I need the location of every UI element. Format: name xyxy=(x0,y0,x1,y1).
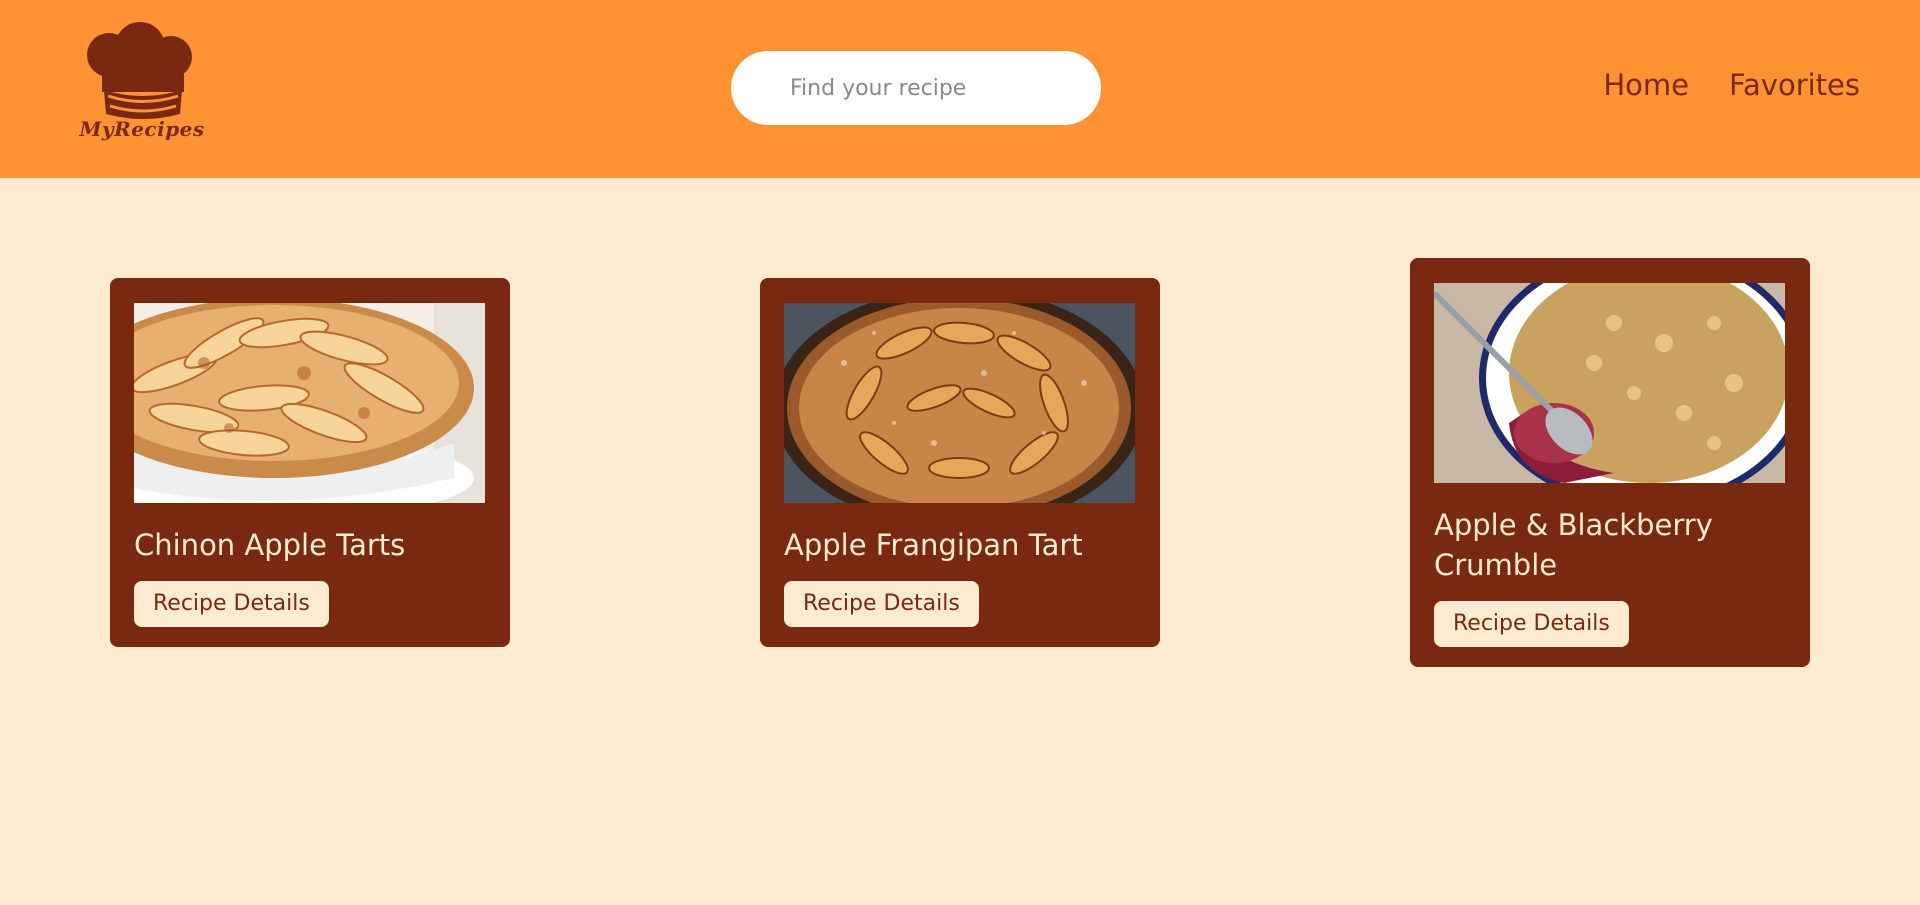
recipe-card: Apple & Blackberry Crumble Recipe Detail… xyxy=(1410,258,1810,667)
logo-text: MyRecipes xyxy=(79,117,205,141)
recipe-image xyxy=(784,303,1135,503)
site-header: MyRecipes Home Favorites xyxy=(0,0,1920,178)
recipe-details-button[interactable]: Recipe Details xyxy=(784,581,979,627)
recipe-card: Apple Frangipan Tart Recipe Details xyxy=(760,278,1160,647)
chef-hat-icon xyxy=(87,22,192,119)
logo[interactable]: MyRecipes xyxy=(74,22,210,144)
recipe-details-button[interactable]: Recipe Details xyxy=(1434,601,1629,647)
recipe-title: Chinon Apple Tarts xyxy=(134,528,406,562)
recipe-title: Apple & Blackberry Crumble xyxy=(1434,508,1713,582)
recipe-card: Chinon Apple Tarts Recipe Details xyxy=(110,278,510,647)
nav-home-link[interactable]: Home xyxy=(1603,68,1689,102)
main-nav: Home Favorites xyxy=(1603,68,1860,102)
recipe-title: Apple Frangipan Tart xyxy=(784,528,1083,562)
nav-favorites-link[interactable]: Favorites xyxy=(1729,68,1860,102)
recipe-image xyxy=(134,303,485,503)
search-input[interactable] xyxy=(731,51,1101,125)
recipe-details-button[interactable]: Recipe Details xyxy=(134,581,329,627)
recipe-image xyxy=(1434,283,1785,483)
